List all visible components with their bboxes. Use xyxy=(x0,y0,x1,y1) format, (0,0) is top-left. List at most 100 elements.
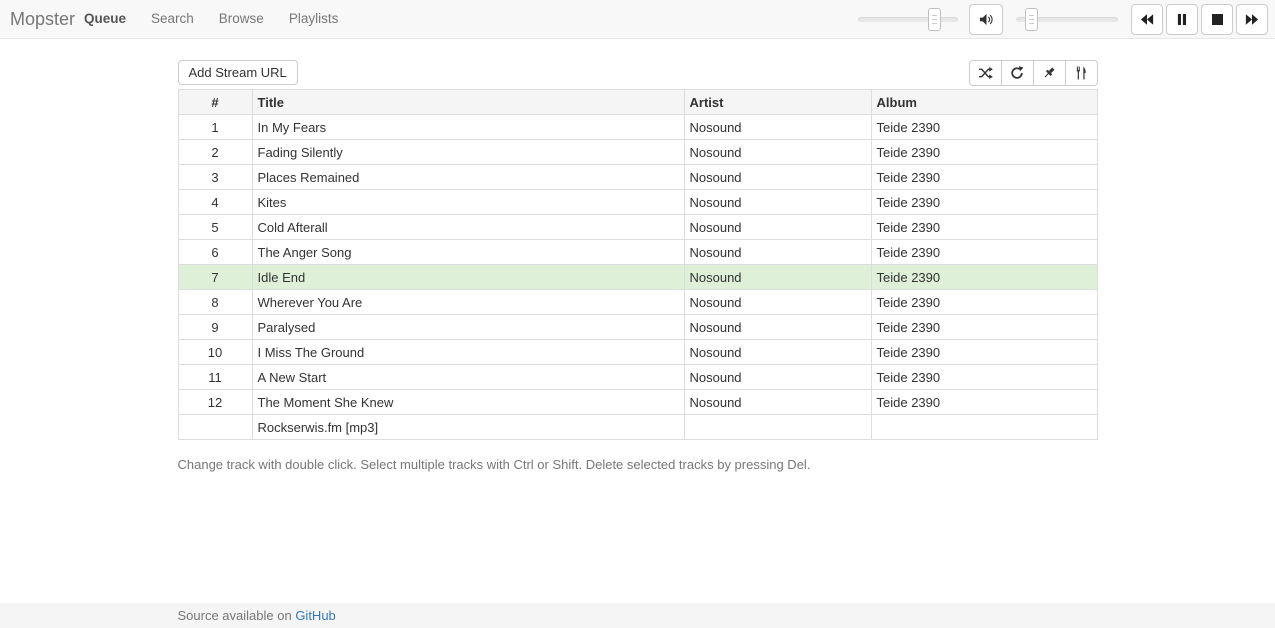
cell-title: Idle End xyxy=(252,265,684,290)
cell-num: 8 xyxy=(178,290,252,315)
add-stream-url-button[interactable]: Add Stream URL xyxy=(178,60,298,85)
stop-icon xyxy=(1212,14,1223,25)
queue-row[interactable]: 3Places RemainedNosoundTeide 2390 xyxy=(178,165,1097,190)
shuffle-icon xyxy=(978,67,993,79)
cell-title: Wherever You Are xyxy=(252,290,684,315)
cell-album: Teide 2390 xyxy=(871,240,1097,265)
seek-slider[interactable] xyxy=(858,8,958,31)
cell-title: Places Remained xyxy=(252,165,684,190)
single-toggle-button[interactable] xyxy=(1033,60,1066,86)
repeat-toggle-button[interactable] xyxy=(1001,60,1034,86)
queue-row[interactable]: 2Fading SilentlyNosoundTeide 2390 xyxy=(178,140,1097,165)
random-toggle-button[interactable] xyxy=(969,60,1002,86)
main-nav: Queue Search Browse Playlists xyxy=(84,0,363,38)
cell-album: Teide 2390 xyxy=(871,365,1097,390)
cell-artist: Nosound xyxy=(684,365,871,390)
previous-button[interactable] xyxy=(1131,4,1163,35)
cell-album: Teide 2390 xyxy=(871,140,1097,165)
cell-artist: Nosound xyxy=(684,390,871,415)
column-header-artist: Artist xyxy=(684,90,871,115)
cell-artist: Nosound xyxy=(684,215,871,240)
cell-title: The Anger Song xyxy=(252,240,684,265)
stop-button[interactable] xyxy=(1201,4,1233,35)
cell-title: Kites xyxy=(252,190,684,215)
cell-num: 12 xyxy=(178,390,252,415)
footer-text: Source available on GitHub xyxy=(178,603,1098,628)
cutlery-icon xyxy=(1075,66,1088,80)
main-content: Add Stream URL xyxy=(178,60,1098,472)
cell-album: Teide 2390 xyxy=(871,265,1097,290)
cell-title: I Miss The Ground xyxy=(252,340,684,365)
cell-artist: Nosound xyxy=(684,315,871,340)
queue-row[interactable]: 1In My FearsNosoundTeide 2390 xyxy=(178,115,1097,140)
cell-title: Paralysed xyxy=(252,315,684,340)
playback-options-group xyxy=(969,60,1098,86)
github-link[interactable]: GitHub xyxy=(295,608,335,623)
queue-row[interactable]: 12The Moment She KnewNosoundTeide 2390 xyxy=(178,390,1097,415)
cell-num: 11 xyxy=(178,365,252,390)
cell-num: 10 xyxy=(178,340,252,365)
nav-item-playlists[interactable]: Playlists xyxy=(289,0,339,38)
repeat-icon xyxy=(1010,66,1024,80)
seek-slider-track[interactable] xyxy=(858,17,958,22)
cell-num: 5 xyxy=(178,215,252,240)
cell-title: Fading Silently xyxy=(252,140,684,165)
next-button[interactable] xyxy=(1236,4,1268,35)
footer: Source available on GitHub xyxy=(0,603,1275,628)
cell-album: Teide 2390 xyxy=(871,165,1097,190)
cell-num: 3 xyxy=(178,165,252,190)
cell-title: Rockserwis.fm [mp3] xyxy=(252,415,684,440)
cell-artist: Nosound xyxy=(684,290,871,315)
queue-table-header-row: # Title Artist Album xyxy=(178,90,1097,115)
stream-row[interactable]: Rockserwis.fm [mp3] xyxy=(178,415,1097,440)
cell-artist: Nosound xyxy=(684,265,871,290)
queue-row[interactable]: 7Idle EndNosoundTeide 2390 xyxy=(178,265,1097,290)
navbar: Mopster Queue Search Browse Playlists xyxy=(0,0,1275,39)
seek-slider-handle[interactable] xyxy=(928,8,941,31)
volume-up-icon xyxy=(979,12,994,27)
queue-row[interactable]: 9ParalysedNosoundTeide 2390 xyxy=(178,315,1097,340)
queue-table-body: 1In My FearsNosoundTeide 23902Fading Sil… xyxy=(178,115,1097,440)
cell-title: A New Start xyxy=(252,365,684,390)
queue-row[interactable]: 10I Miss The GroundNosoundTeide 2390 xyxy=(178,340,1097,365)
queue-row[interactable]: 4KitesNosoundTeide 2390 xyxy=(178,190,1097,215)
nav-item-queue[interactable]: Queue xyxy=(84,0,126,38)
volume-slider-handle[interactable] xyxy=(1025,8,1038,31)
footer-source-text: Source available on xyxy=(178,608,296,623)
cell-title: In My Fears xyxy=(252,115,684,140)
cell-title: The Moment She Knew xyxy=(252,390,684,415)
consume-toggle-button[interactable] xyxy=(1065,60,1098,86)
fast-backward-icon xyxy=(1140,14,1154,25)
cell-num: 9 xyxy=(178,315,252,340)
cell-artist: Nosound xyxy=(684,140,871,165)
nav-item-browse[interactable]: Browse xyxy=(219,0,264,38)
cell-artist: Nosound xyxy=(684,165,871,190)
column-header-title: Title xyxy=(252,90,684,115)
cell-album xyxy=(871,415,1097,440)
volume-slider[interactable] xyxy=(1016,8,1118,31)
cell-artist xyxy=(684,415,871,440)
cell-num xyxy=(178,415,252,440)
cell-album: Teide 2390 xyxy=(871,290,1097,315)
cell-artist: Nosound xyxy=(684,340,871,365)
pause-icon xyxy=(1177,14,1187,25)
cell-album: Teide 2390 xyxy=(871,390,1097,415)
cell-title: Cold Afterall xyxy=(252,215,684,240)
nav-item-search[interactable]: Search xyxy=(151,0,194,38)
queue-row[interactable]: 6The Anger SongNosoundTeide 2390 xyxy=(178,240,1097,265)
column-header-number: # xyxy=(178,90,252,115)
cell-artist: Nosound xyxy=(684,240,871,265)
mute-button[interactable] xyxy=(969,4,1003,35)
queue-row[interactable]: 8Wherever You AreNosoundTeide 2390 xyxy=(178,290,1097,315)
queue-row[interactable]: 11A New StartNosoundTeide 2390 xyxy=(178,365,1097,390)
pause-button[interactable] xyxy=(1166,4,1198,35)
cell-album: Teide 2390 xyxy=(871,340,1097,365)
cell-num: 7 xyxy=(178,265,252,290)
fast-forward-icon xyxy=(1245,14,1259,25)
column-header-album: Album xyxy=(871,90,1097,115)
cell-album: Teide 2390 xyxy=(871,215,1097,240)
pushpin-icon xyxy=(1042,66,1056,80)
cell-num: 1 xyxy=(178,115,252,140)
cell-album: Teide 2390 xyxy=(871,315,1097,340)
queue-row[interactable]: 5Cold AfterallNosoundTeide 2390 xyxy=(178,215,1097,240)
